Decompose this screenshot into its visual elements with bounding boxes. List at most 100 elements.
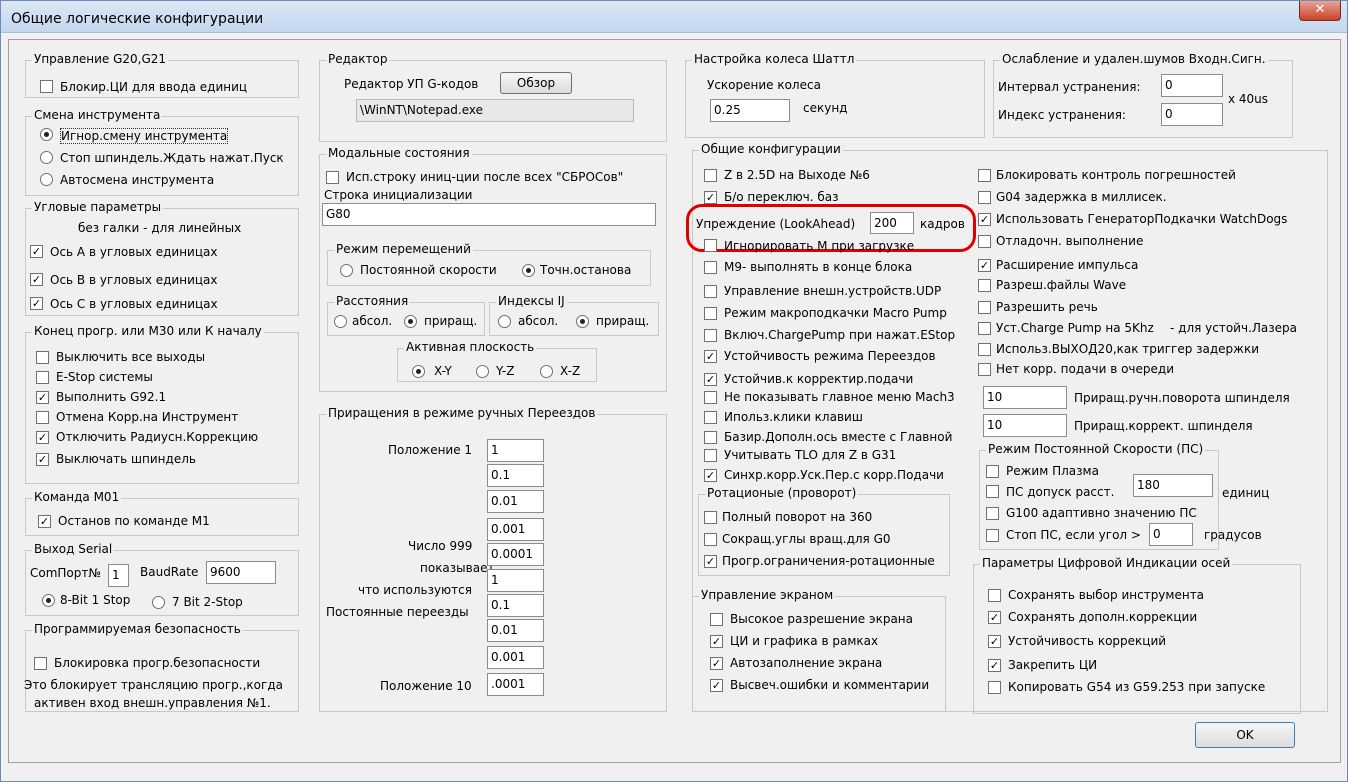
g92-checkbox[interactable]: ✓ [36,391,49,404]
rotary-360-checkbox[interactable] [704,511,717,524]
dro-frames-checkbox[interactable]: ✓ [710,635,723,648]
plane-yz-radio[interactable] [476,365,489,378]
estop-checkbox[interactable] [36,371,49,384]
no-fro-queue-checkbox[interactable] [978,363,991,376]
jog-increment-6[interactable]: 1 [487,569,544,592]
auto-toolchange-radio[interactable] [40,173,53,186]
home-slave-checkbox[interactable] [704,431,717,444]
axis-b-checkbox[interactable]: ✓ [30,273,43,286]
lock-error-checkbox[interactable] [978,169,991,182]
g04-ms-checkbox[interactable] [978,191,991,204]
baudrate-input[interactable]: 9600 [206,561,276,584]
all-outputs-off-checkbox[interactable] [36,351,49,364]
init-string-input[interactable]: G80 [322,203,656,226]
jog-increment-9[interactable]: 0.001 [487,646,544,669]
distance-abs-radio[interactable] [334,315,347,328]
jog-increment-1[interactable]: 1 [487,439,544,462]
css-distance-checkbox[interactable] [986,485,999,498]
udp-label: Управление внешн.устройств.UDP [724,284,942,298]
m1-stop-checkbox[interactable]: ✓ [38,515,51,528]
sync-override-checkbox[interactable]: ✓ [704,469,717,482]
browse-button[interactable]: Обзор [500,72,572,94]
close-button[interactable]: ✕ [1299,1,1341,21]
plane-xz-radio[interactable] [540,365,553,378]
constant-velocity-radio[interactable] [340,264,353,277]
persistent-offsets-checkbox[interactable]: ✓ [988,635,1001,648]
plane-xy-radio[interactable] [412,365,425,378]
lock-dro-checkbox-2[interactable]: ✓ [988,659,1001,672]
feed-override-checkbox[interactable]: ✓ [704,373,717,386]
output20-checkbox[interactable] [978,343,991,356]
jog-increment-2[interactable]: 0.1 [487,464,544,487]
rotary-soft-limits-checkbox[interactable]: ✓ [704,555,717,568]
jog-increment-5[interactable]: 0.0001 [487,543,544,566]
jog-increments-title: Приращения в режиме ручных Переездов [326,406,598,420]
spindle-override-label: Приращ.коррект. шпинделя [1074,419,1253,433]
jog-increment-3[interactable]: 0.01 [487,490,544,513]
tlo-g31-checkbox[interactable] [704,449,717,462]
macro-pump-checkbox[interactable] [704,307,717,320]
z25-checkbox[interactable] [704,169,717,182]
window-title: Общие логические конфигурации [11,11,264,27]
safety-lock-checkbox[interactable] [34,657,47,670]
no-home-switch-checkbox[interactable]: ✓ [704,191,717,204]
spindle-override-input[interactable]: 10 [983,414,1067,437]
jog-increment-8[interactable]: 0.01 [487,619,544,642]
plasma-checkbox[interactable] [986,465,999,478]
jog-increment-10[interactable]: .0001 [487,673,544,696]
spindle-off-checkbox[interactable]: ✓ [36,453,49,466]
use-init-string-checkbox[interactable] [326,171,339,184]
rotary-short-checkbox[interactable] [704,533,717,546]
copy-g54-checkbox[interactable] [988,681,1001,694]
no-main-menu-checkbox[interactable] [704,391,717,404]
show-errors-checkbox[interactable]: ✓ [710,679,723,692]
speech-checkbox[interactable] [978,301,991,314]
save-fixtures-checkbox[interactable]: ✓ [988,611,1001,624]
ij-inc-radio[interactable] [576,315,589,328]
laser-note: - для устойч.Лазера [1170,321,1297,335]
wave-files-checkbox[interactable] [978,279,991,292]
ignore-toolchange-radio[interactable] [40,128,53,141]
distance-inc-radio[interactable] [404,315,417,328]
cancel-tool-offset-checkbox[interactable] [36,411,49,424]
save-tool-checkbox[interactable] [988,589,1001,602]
lock-error-label: Блокировать контроль погрешностей [996,168,1236,182]
axis-c-checkbox[interactable]: ✓ [30,297,43,310]
autofill-checkbox[interactable]: ✓ [710,657,723,670]
7bit-radio[interactable] [152,596,165,609]
radius-comp-off-checkbox[interactable]: ✓ [36,431,49,444]
debounce-interval-input[interactable]: 0 [1161,74,1223,97]
debounce-index-input[interactable]: 0 [1161,103,1223,126]
stop-spindle-radio[interactable] [40,151,53,164]
persistent-jog-checkbox[interactable]: ✓ [704,350,717,363]
m9-label: M9- выполнять в конце блока [724,260,913,274]
watchdog-checkbox[interactable]: ✓ [978,213,991,226]
g100-checkbox[interactable] [986,507,999,520]
css-stop-checkbox[interactable] [986,529,999,542]
debug-run-checkbox[interactable] [978,235,991,248]
charge-pump-5khz-checkbox[interactable] [978,322,991,335]
motion-mode-title: Режим перемещений [334,242,473,256]
com-port-input[interactable]: 1 [108,564,129,587]
charge-pump-estop-checkbox[interactable] [704,329,717,342]
screen-title: Управление экраном [699,588,836,602]
css-distance-input[interactable]: 180 [1133,474,1213,497]
shuttle-accel-input[interactable]: 0.25 [710,99,790,122]
ij-abs-radio[interactable] [498,315,511,328]
spindle-jog-input[interactable]: 10 [983,386,1067,409]
jog-increment-7[interactable]: 0.1 [487,594,544,617]
key-clicks-checkbox[interactable] [704,411,717,424]
ok-button[interactable]: OK [1195,722,1295,748]
axis-a-checkbox[interactable]: ✓ [30,245,43,258]
lock-dro-checkbox[interactable] [40,80,53,93]
ignore-m-checkbox[interactable] [704,239,717,252]
exact-stop-radio[interactable] [522,264,535,277]
jog-increment-4[interactable]: 0.001 [487,518,544,541]
hires-checkbox[interactable] [710,613,723,626]
pulse-stretch-checkbox[interactable]: ✓ [978,259,991,272]
udp-checkbox[interactable] [704,285,717,298]
m9-checkbox[interactable] [704,261,717,274]
8bit-radio[interactable] [42,594,55,607]
axis-a-label: Ось А в угловых единицах [50,245,218,259]
css-stop-input[interactable]: 0 [1149,523,1193,546]
